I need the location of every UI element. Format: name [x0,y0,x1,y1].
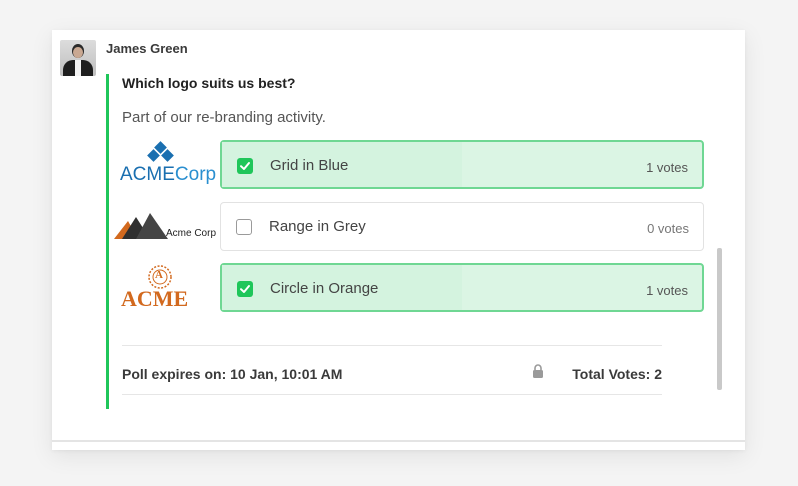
logo-text: Acme Corp [166,228,217,239]
acme-circle-orange-logo: A ACME [120,264,202,312]
poll-option-range-in-grey[interactable]: Range in Grey 0 votes [220,202,704,251]
check-icon [240,162,250,170]
poll-question: Which logo suits us best? [122,75,296,91]
poll-option-grid-in-blue[interactable]: Grid in Blue 1 votes [220,140,704,189]
acme-range-grey-logo: Acme Corp [114,213,222,245]
poll-accent-stripe [106,74,109,409]
poll-description: Part of our re-branding activity. [122,109,326,126]
logo-text: ACME [120,164,175,185]
poll-expiry: Poll expires on: 10 Jan, 10:01 AM [122,366,343,382]
checkbox-checked[interactable] [237,281,253,297]
card-footer-divider [52,440,745,442]
checkbox-unchecked[interactable] [236,219,252,235]
logo-text: ACME [121,286,189,311]
poll-option-circle-in-orange[interactable]: Circle in Orange 1 votes [220,263,704,312]
option-label: Circle in Orange [270,280,379,297]
option-label: Grid in Blue [270,157,349,174]
option-vote-count: 1 votes [646,160,688,175]
poll-message-card: James Green Which logo suits us best? Pa… [52,30,745,450]
checkbox-checked[interactable] [237,158,253,174]
lock-icon [533,364,543,378]
option-label: Range in Grey [269,218,366,235]
divider [122,345,662,346]
option-vote-count: 0 votes [647,221,689,236]
logo-text-suffix: Corp [174,164,217,185]
total-votes: Total Votes: 2 [572,366,662,382]
author-name[interactable]: James Green [106,41,188,56]
logo-mark: A [155,269,163,281]
acme-grid-blue-logo: ACMECorp [118,138,217,185]
scrollbar[interactable] [717,248,722,390]
divider [122,394,662,395]
check-icon [240,285,250,293]
avatar[interactable] [60,40,96,76]
option-vote-count: 1 votes [646,283,688,298]
